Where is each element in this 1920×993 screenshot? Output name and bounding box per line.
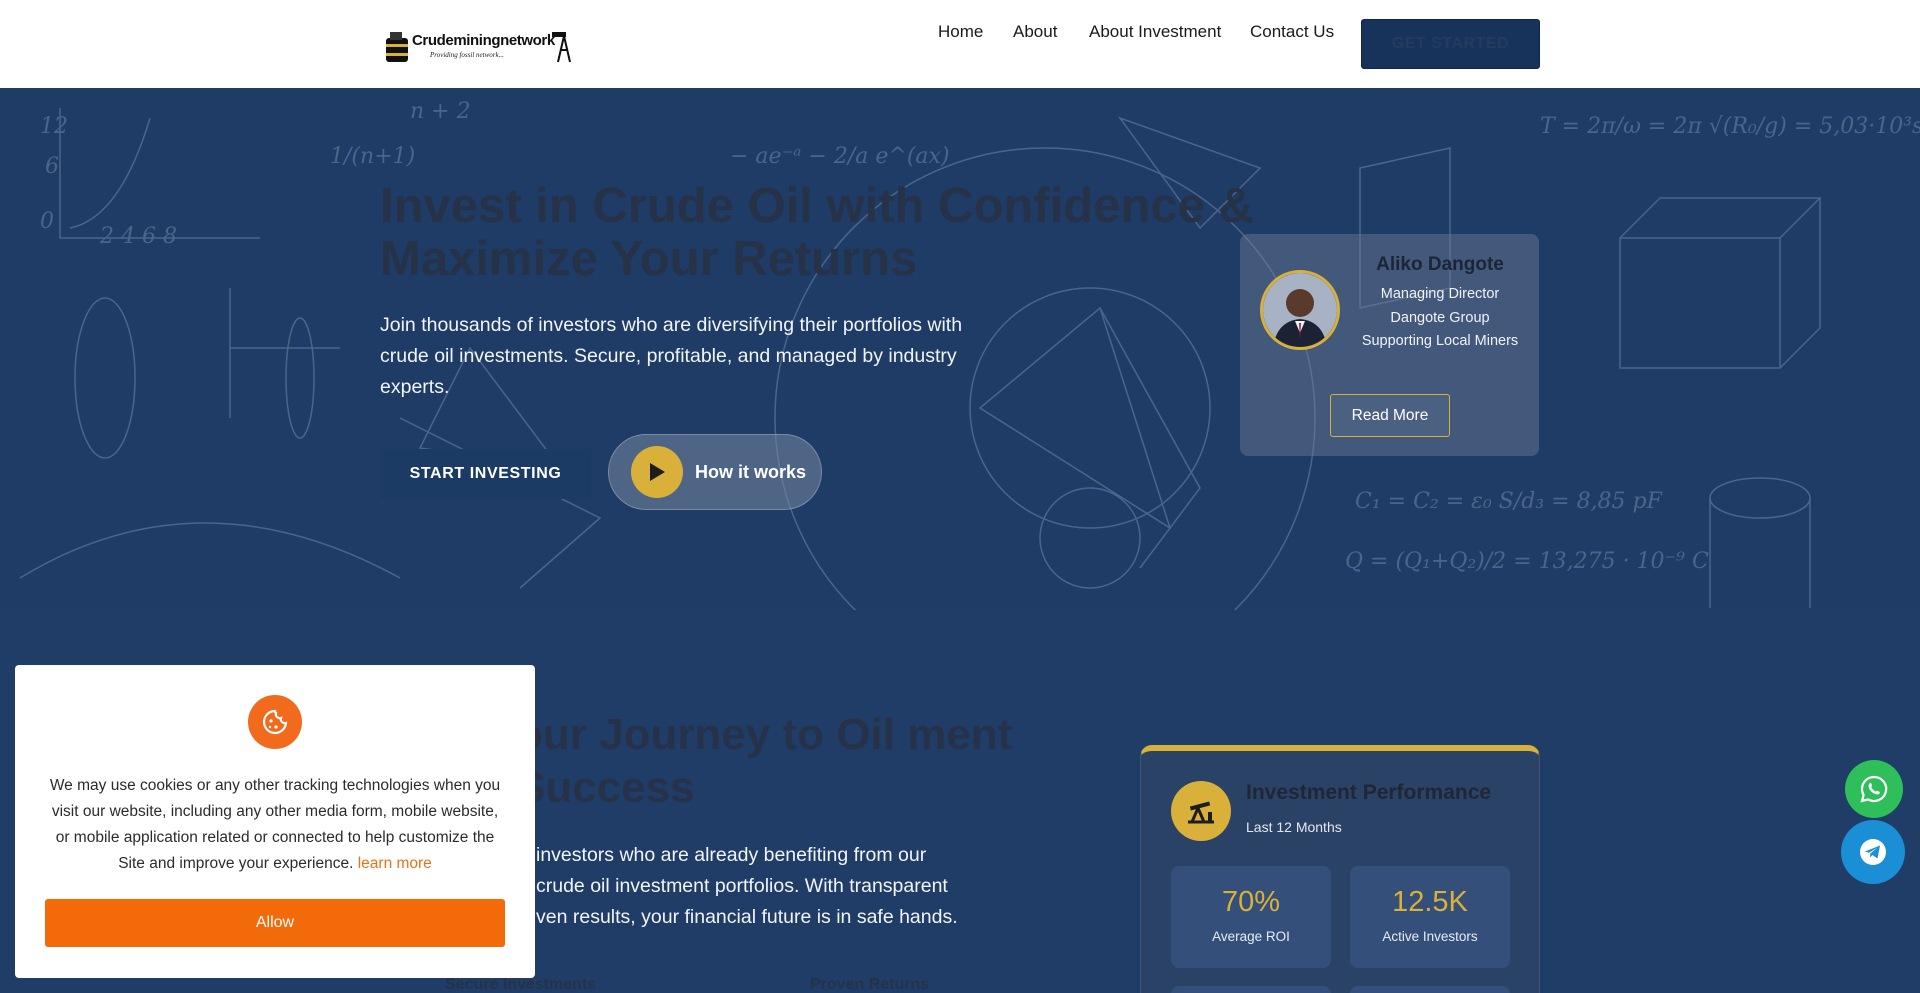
learn-more-link[interactable]: learn more (358, 855, 432, 872)
hero-section: T = 2π/ω = 2π √(R₀/g) = 5,03·10³s. C₁ = … (0, 88, 1920, 610)
site-header: Crudeminingnetwork Providing fossil netw… (0, 0, 1920, 88)
site-logo[interactable]: Crudeminingnetwork Providing fossil netw… (382, 26, 574, 66)
feature-secure-investments: Secure Investments (445, 976, 597, 993)
logo-text: Crudeminingnetwork (412, 32, 555, 49)
cookie-consent-banner: We may use cookies or any other tracking… (15, 665, 535, 978)
svg-text:C₁ = C₂ = ε₀ S/d₃ = 8,85 pF: C₁ = C₂ = ε₀ S/d₃ = 8,85 pF (1355, 489, 1663, 514)
nav-about-investment[interactable]: About Investment (1089, 22, 1221, 42)
section-title-text: our Journey to Oil ment Success (516, 710, 1013, 812)
testimonial-card: Aliko Dangote Managing Director Dangote … (1240, 234, 1539, 456)
stat-card (1171, 986, 1331, 993)
stat-label: Active Investors (1382, 929, 1478, 944)
logo-tagline: Providing fossil network... (430, 51, 504, 59)
svg-text:6: 6 (45, 154, 59, 179)
profile-role: Managing Director (1380, 286, 1500, 302)
svg-text:2 4 6 8: 2 4 6 8 (99, 224, 177, 249)
how-it-works-label: How it works (695, 461, 807, 482)
allow-cookies-button[interactable]: Allow (45, 899, 505, 947)
svg-text:0: 0 (40, 209, 54, 234)
get-started-button[interactable]: GET STARTED (1361, 19, 1540, 69)
svg-text:n + 2: n + 2 (410, 99, 471, 124)
feature-proven-returns: Proven Returns (810, 976, 930, 993)
oil-pump-icon (1171, 781, 1231, 841)
stat-average-roi: 70% Average ROI (1171, 866, 1331, 968)
stat-value: 12.5K (1392, 886, 1468, 918)
stat-active-investors: 12.5K Active Investors (1350, 866, 1510, 968)
nav-home[interactable]: Home (938, 22, 983, 42)
hero-title: Invest in Crude Oil with Confidence & Ma… (380, 179, 1254, 286)
hero-subtitle: Join thousands of investors who are dive… (380, 314, 963, 398)
whatsapp-icon (1860, 775, 1888, 803)
telegram-button[interactable] (1841, 820, 1905, 884)
play-icon (631, 446, 683, 498)
performance-title: Investment Performance (1246, 781, 1492, 804)
read-more-button[interactable]: Read More (1330, 394, 1450, 437)
profile-name: Aliko Dangote (1376, 254, 1504, 275)
stat-value: 70% (1221, 886, 1281, 918)
svg-text:− ae⁻ᵃ − 2/a e^(ax): − ae⁻ᵃ − 2/a e^(ax) (730, 144, 950, 169)
profile-note: Supporting Local Miners (1361, 333, 1519, 349)
stat-label: Average ROI (1212, 929, 1290, 944)
stat-card (1350, 986, 1510, 993)
svg-text:Q = (Q₁+Q₂)/2 = 13,275 · 10⁻⁹: Q = (Q₁+Q₂)/2 = 13,275 · 10⁻⁹ C (1345, 549, 1709, 574)
performance-subtitle: Last 12 Months (1246, 819, 1342, 835)
avatar (1260, 270, 1340, 350)
profile-company: Dangote Group (1390, 310, 1490, 326)
how-it-works-button[interactable]: How it works (608, 434, 822, 510)
telegram-icon (1860, 839, 1886, 865)
investment-performance-card: Investment Performance Last 12 Months 70… (1140, 745, 1540, 993)
nav-about[interactable]: About (1013, 22, 1057, 42)
svg-text:12: 12 (40, 114, 68, 139)
svg-text:T = 2π/ω = 2π √(R₀/g) = 5,03·1: T = 2π/ω = 2π √(R₀/g) = 5,03·10³s. (1540, 114, 1920, 139)
whatsapp-button[interactable] (1845, 760, 1903, 818)
start-investing-button[interactable]: START INVESTING (380, 449, 591, 499)
svg-text:1/(n+1): 1/(n+1) (330, 144, 415, 169)
cookie-icon (248, 695, 302, 749)
nav-contact-us[interactable]: Contact Us (1250, 22, 1334, 42)
cookie-text: We may use cookies or any other tracking… (49, 777, 501, 872)
